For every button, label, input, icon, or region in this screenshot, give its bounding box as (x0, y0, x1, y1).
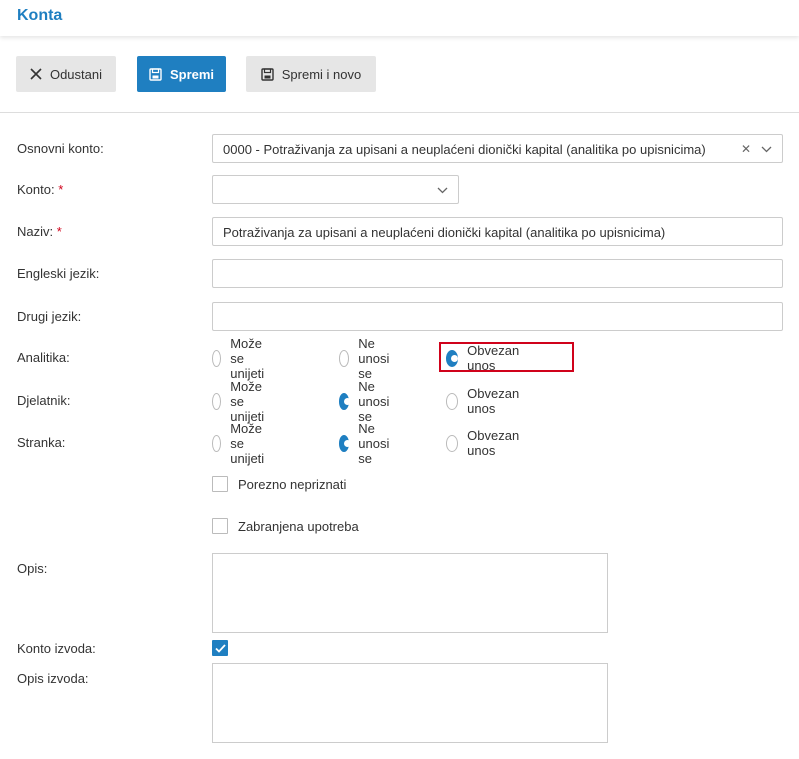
stranka-option-moze[interactable]: Može se unijeti (212, 421, 272, 466)
radio-icon (446, 434, 459, 452)
naziv-label: Naziv: * (17, 224, 62, 239)
radio-icon (339, 349, 350, 367)
checkbox-icon (212, 476, 228, 492)
opis-label: Opis: (17, 561, 48, 576)
cancel-button[interactable]: Odustani (16, 56, 116, 92)
required-mark: * (58, 182, 64, 197)
page-title: Konta (17, 7, 63, 24)
radio-icon (339, 434, 352, 452)
konto-select[interactable] (212, 175, 459, 204)
analitika-option-moze[interactable]: Može se unijeti (212, 336, 272, 381)
drugi-jezik-label: Drugi jezik: (17, 309, 82, 324)
save-icon (149, 67, 162, 81)
osnovni-konto-select[interactable]: 0000 - Potraživanja za upisani a neuplać… (212, 134, 783, 163)
required-mark: * (56, 224, 62, 239)
save-button[interactable]: Spremi (137, 56, 226, 92)
engleski-jezik-input[interactable] (212, 259, 783, 288)
top-bar: Konta (0, 0, 799, 36)
porezno-nepriznati-checkbox[interactable]: Porezno nepriznati (212, 476, 346, 492)
save-icon (261, 67, 274, 81)
highlight-box (439, 342, 574, 372)
toolbar: Odustani Spremi Spremi i novo (0, 56, 799, 92)
konto-izvoda-checkbox[interactable] (212, 640, 238, 656)
analitika-option-ne-unosi[interactable]: Ne unosi se (339, 336, 396, 381)
radio-icon (212, 434, 222, 452)
save-and-new-button-label: Spremi i novo (281, 66, 362, 82)
divider (0, 112, 799, 113)
opis-izvoda-textarea[interactable] (212, 663, 608, 743)
djelatnik-option-obvezan[interactable]: Obvezan unos (446, 386, 524, 416)
naziv-input[interactable]: Potraživanja za upisani a neuplaćeni dio… (212, 217, 783, 246)
stranka-option-obvezan[interactable]: Obvezan unos (446, 428, 524, 458)
stranka-option-ne-unosi[interactable]: Ne unosi se (339, 421, 396, 466)
save-button-label: Spremi (169, 66, 215, 82)
naziv-value: Potraživanja za upisani a neuplaćeni dio… (223, 225, 666, 240)
radio-icon (339, 392, 352, 410)
opis-izvoda-label: Opis izvoda: (17, 671, 89, 686)
close-icon (30, 68, 42, 80)
save-and-new-button[interactable]: Spremi i novo (246, 56, 376, 92)
konto-label: Konto: * (17, 182, 64, 197)
djelatnik-option-ne-unosi[interactable]: Ne unosi se (339, 379, 396, 424)
checkbox-icon (212, 640, 228, 656)
drugi-jezik-input[interactable] (212, 302, 783, 331)
analitika-label: Analitika: (17, 350, 70, 365)
chevron-down-icon (761, 141, 772, 156)
cancel-button-label: Odustani (49, 66, 103, 82)
stranka-label: Stranka: (17, 435, 66, 450)
radio-icon (446, 392, 459, 410)
engleski-jezik-label: Engleski jezik: (17, 266, 100, 281)
radio-icon (212, 392, 222, 410)
zabranjena-upotreba-checkbox[interactable]: Zabranjena upotreba (212, 518, 359, 534)
opis-textarea[interactable] (212, 553, 608, 633)
checkbox-icon (212, 518, 228, 534)
chevron-down-icon (437, 182, 448, 197)
djelatnik-label: Djelatnik: (17, 393, 71, 408)
clear-icon[interactable]: ✕ (741, 142, 751, 156)
osnovni-konto-label: Osnovni konto: (17, 141, 104, 156)
osnovni-konto-value: 0000 - Potraživanja za upisani a neuplać… (223, 142, 706, 157)
radio-icon (212, 349, 222, 367)
konto-izvoda-label: Konto izvoda: (17, 641, 96, 656)
djelatnik-option-moze[interactable]: Može se unijeti (212, 379, 272, 424)
